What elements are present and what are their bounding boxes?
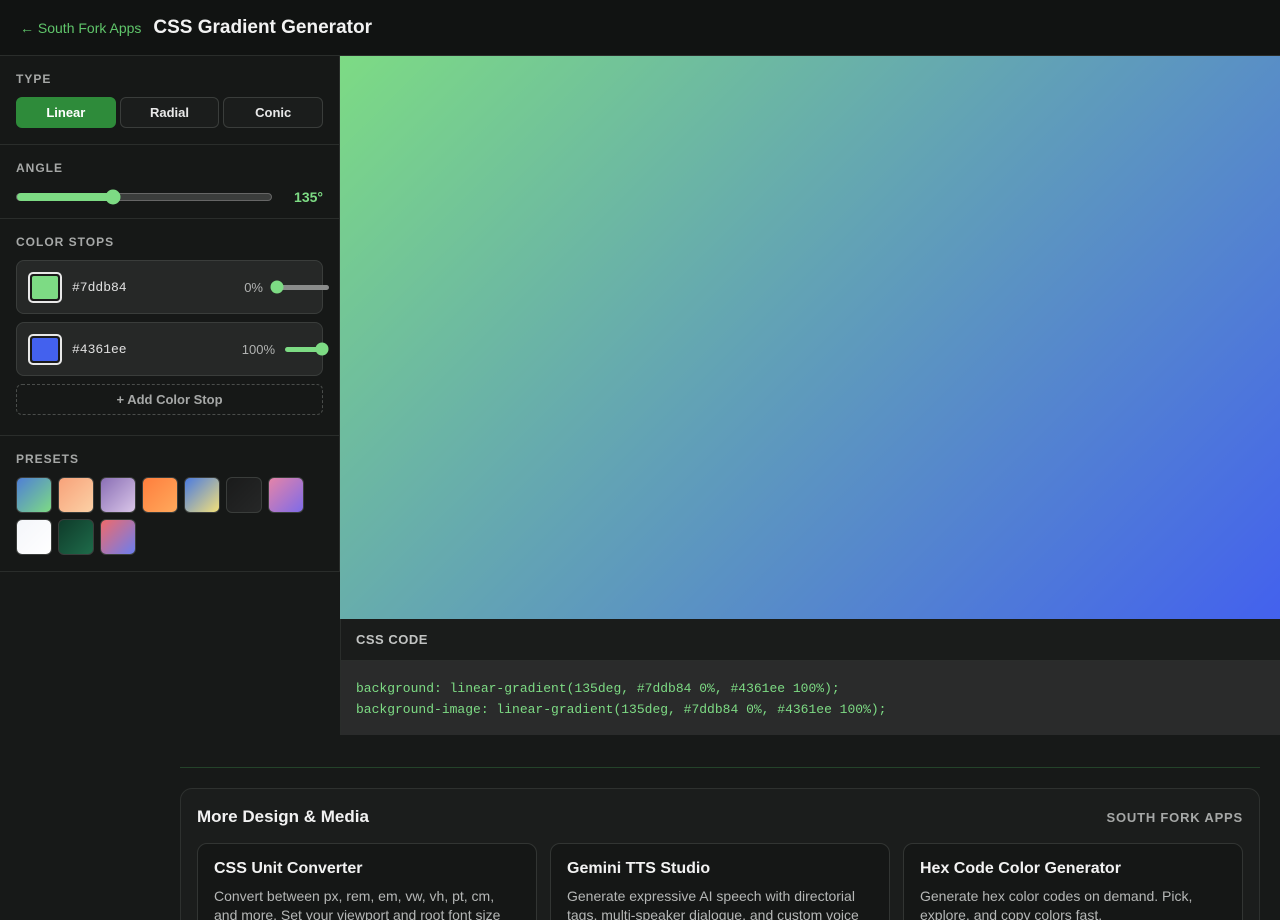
css-code-line: background: linear-gradient(135deg, #7dd… (356, 681, 840, 696)
angle-section: ANGLE 135° (0, 145, 339, 219)
app-card-title: Gemini TTS Studio (567, 860, 711, 877)
section-divider (180, 767, 1260, 768)
app-card-desc: Generate expressive AI speech with direc… (567, 888, 859, 920)
app-card-title: Hex Code Color Generator (920, 860, 1121, 877)
color-stop-percent: 0% (244, 279, 263, 295)
back-link[interactable]: ← South Fork Apps (20, 20, 141, 36)
type-radial-button[interactable]: Radial (119, 97, 220, 128)
color-stop-row: #4361ee 100% (16, 322, 329, 376)
angle-slider[interactable] (16, 189, 272, 205)
color-stop-swatch-fill (32, 337, 58, 361)
app-card-desc: Generate hex color codes on demand. Pick… (920, 888, 1193, 920)
css-code-panel: CSS CODE background: linear-gradient(135… (340, 619, 1280, 735)
app-card[interactable]: Hex Code Color Generator Generate hex co… (903, 843, 1243, 920)
color-stop-position-slider[interactable] (270, 280, 329, 294)
preset-swatch[interactable] (100, 519, 136, 555)
color-stop-swatch[interactable] (28, 333, 62, 365)
angle-label: ANGLE (16, 161, 63, 175)
presets-label: PRESETS (16, 452, 80, 466)
color-stop-swatch-fill (32, 275, 58, 299)
color-stop-swatch[interactable] (28, 271, 62, 303)
color-stop-slider-thumb[interactable] (315, 342, 329, 356)
color-stops-section: COLOR STOPS #7ddb84 0% #4361ee 100% + Ad… (0, 219, 339, 436)
presets-section: PRESETS (0, 436, 339, 572)
controls-sidebar: TYPE Linear Radial Conic ANGLE 135° COLO… (0, 56, 340, 572)
app-card-desc: Convert between px, rem, em, vw, vh, pt,… (214, 888, 501, 920)
css-code-line: background-image: linear-gradient(135deg… (356, 702, 887, 717)
type-buttons: Linear Radial Conic (16, 97, 324, 128)
preset-swatch[interactable] (100, 477, 136, 513)
css-code-block[interactable]: background: linear-gradient(135deg, #7dd… (341, 661, 1280, 735)
app-card[interactable]: Gemini TTS Studio Generate expressive AI… (550, 843, 890, 920)
preset-swatch[interactable] (16, 519, 52, 555)
preset-swatch[interactable] (226, 477, 262, 513)
type-linear-button[interactable]: Linear (16, 97, 116, 128)
color-stop-percent: 100% (241, 341, 275, 357)
angle-slider-fill (17, 193, 113, 201)
preset-swatch[interactable] (184, 477, 220, 513)
app-card[interactable]: CSS Unit Converter Convert between px, r… (197, 843, 537, 920)
app-card-title: CSS Unit Converter (214, 860, 363, 877)
preset-swatch[interactable] (58, 477, 94, 513)
angle-value: 135° (294, 189, 323, 205)
css-code-label: CSS CODE (341, 619, 1280, 661)
page-title: CSS Gradient Generator (153, 16, 372, 38)
preset-swatch[interactable] (58, 519, 94, 555)
presets-grid (16, 477, 316, 555)
color-stop-hex[interactable]: #4361ee (72, 342, 127, 357)
color-stops-label: COLOR STOPS (16, 235, 115, 249)
type-section: TYPE Linear Radial Conic (0, 56, 339, 145)
color-stop-slider-thumb[interactable] (270, 280, 284, 294)
more-apps-title: More Design & Media (197, 807, 369, 826)
type-label: TYPE (16, 72, 52, 86)
more-apps-section: More Design & Media SOUTH FORK APPS CSS … (180, 788, 1260, 920)
angle-slider-thumb[interactable] (105, 189, 121, 205)
preset-swatch[interactable] (142, 477, 178, 513)
preset-swatch[interactable] (268, 477, 304, 513)
preset-swatch[interactable] (16, 477, 52, 513)
gradient-preview (340, 56, 1280, 619)
color-stop-hex[interactable]: #7ddb84 (72, 280, 127, 295)
type-conic-button[interactable]: Conic (223, 97, 324, 128)
color-stop-row: #7ddb84 0% (16, 260, 329, 314)
add-color-stop-button[interactable]: + Add Color Stop (16, 384, 323, 415)
app-header: ← South Fork Apps CSS Gradient Generator (0, 0, 1280, 56)
more-apps-brand[interactable]: SOUTH FORK APPS (1107, 810, 1243, 825)
color-stop-position-slider[interactable] (285, 342, 329, 356)
